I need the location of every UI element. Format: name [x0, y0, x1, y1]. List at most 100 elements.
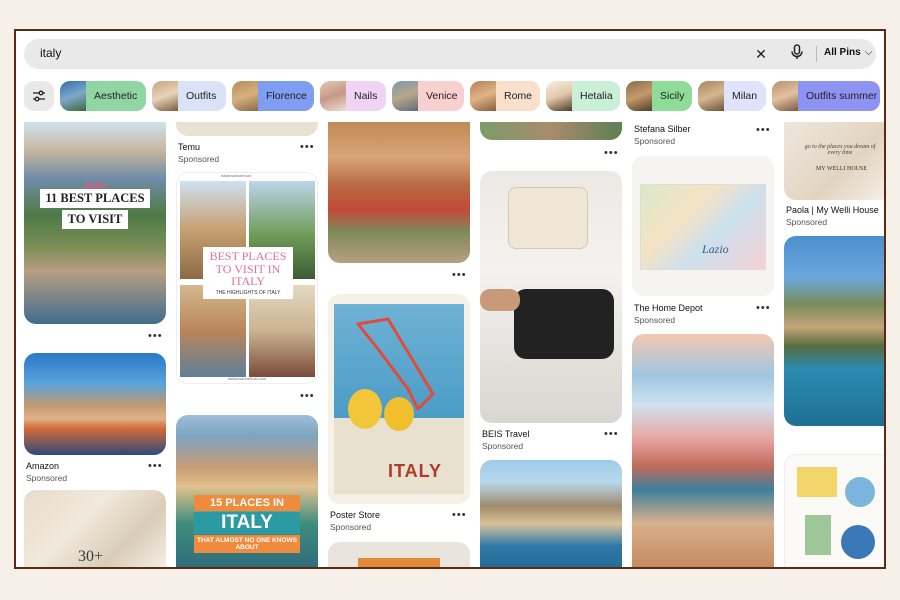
pin-menu-button[interactable]: •••: [300, 390, 315, 402]
pin-illustration[interactable]: [784, 454, 884, 567]
microphone-icon[interactable]: [788, 44, 806, 64]
chip-label: Nails: [354, 90, 378, 102]
pin-overlay-text: TO VISIT: [62, 210, 128, 229]
close-icon[interactable]: ✕: [752, 44, 770, 64]
pin-overlay-text: MY WELLI HOUSE: [816, 166, 867, 172]
pin-title-card: BEST PLACES TO VISIT IN ITALY THE HIGHLI…: [203, 247, 293, 299]
sponsored-label: Sponsored: [634, 136, 676, 146]
chip-nails[interactable]: Nails: [320, 81, 386, 111]
sliders-icon: [33, 90, 45, 102]
chip-thumbnail: [60, 81, 86, 111]
pin-meta-poster: Poster Store Sponsored: [330, 510, 380, 532]
pin-menu-button[interactable]: •••: [452, 509, 467, 521]
pin-meta-temu: Temu Sponsored: [178, 142, 219, 164]
all-pins-dropdown[interactable]: All Pins ⌵: [824, 47, 872, 58]
chip-thumbnail: [470, 81, 496, 111]
chip-hetalia[interactable]: Hetalia: [546, 81, 620, 111]
pin-photo: [249, 285, 315, 377]
chip-thumbnail: [320, 81, 346, 111]
filter-button[interactable]: [24, 81, 54, 111]
pin-meta-homedepot: The Home Depot Sponsored: [634, 303, 703, 325]
chip-label: Venice: [426, 90, 458, 102]
all-pins-label: All Pins: [824, 47, 861, 58]
chip-outfits-summer[interactable]: Outfits summer: [772, 81, 880, 111]
pin-jewelry[interactable]: 30+: [24, 490, 166, 567]
pin-overlay-text: ITALY: [194, 512, 300, 534]
chip-thumbnail: [772, 81, 798, 111]
bag-open: [514, 289, 614, 359]
chip-aesthetic[interactable]: Aesthetic: [60, 81, 146, 111]
pin-photo: [180, 285, 246, 377]
pin-wanderlust[interactable]: italianwanderlust BEST PLACES TO VISIT I…: [176, 172, 318, 384]
chip-label: Aesthetic: [94, 90, 138, 102]
pin-overlay-text: 15 PLACES IN: [194, 495, 300, 511]
lemon: [348, 389, 382, 429]
pin-menu-button[interactable]: •••: [300, 141, 315, 153]
pin-top-partial[interactable]: [480, 122, 622, 140]
pin-overlay-text: 30+: [78, 548, 104, 565]
pin-photo: [358, 558, 440, 567]
pin-poster[interactable]: ITALY: [328, 294, 470, 504]
divider: [816, 46, 817, 62]
chip-thumbnail: [698, 81, 724, 111]
pin-art: [797, 467, 837, 497]
pin-amalfi-coast[interactable]: [480, 460, 622, 567]
chip-milan[interactable]: Milan: [698, 81, 766, 111]
pin-menu-button[interactable]: •••: [452, 269, 467, 281]
pin-15-places[interactable]: 15 PLACES IN ITALY THAT ALMOST NO ONE KN…: [176, 415, 318, 567]
pin-art: [805, 515, 831, 555]
pin-menu-button[interactable]: •••: [148, 330, 163, 342]
pin-menu-button[interactable]: •••: [756, 302, 771, 314]
pin-overlay-text: ITALY: [388, 461, 443, 481]
pin-source: Temu: [178, 142, 201, 152]
pin-overlay-text: THE HIGHLIGHTS OF ITALY: [215, 289, 281, 296]
pin-meta-stefana: Stefana Silber Sponsored: [634, 124, 691, 146]
chip-sicily[interactable]: Sicily: [626, 81, 692, 111]
pin-menu-button[interactable]: •••: [604, 428, 619, 440]
chip-thumbnail: [546, 81, 572, 111]
pin-overlay-text: BEST PLACES TO VISIT IN ITALY: [209, 249, 287, 289]
chip-thumbnail: [232, 81, 258, 111]
pin-menu-button[interactable]: •••: [756, 124, 771, 136]
chevron-down-icon: ⌵: [864, 47, 873, 58]
pin-temu-image[interactable]: [176, 122, 318, 136]
pin-source: Poster Store: [330, 510, 381, 520]
chip-label: Outfits summer: [806, 90, 878, 102]
pin-source: BEIS Travel: [482, 429, 530, 439]
sponsored-label: Sponsored: [634, 315, 676, 325]
search-bar[interactable]: italy ✕ All Pins ⌵: [24, 39, 876, 69]
chip-label: Florence: [266, 90, 307, 102]
pin-menu-button[interactable]: •••: [148, 460, 163, 472]
pin-amazon[interactable]: [24, 353, 166, 455]
pin-source: Paola | My Welli House: [786, 205, 879, 215]
chip-label: Rome: [504, 90, 533, 102]
pin-source: Stefana Silber: [634, 124, 691, 134]
map-art: [640, 184, 766, 270]
chip-florence[interactable]: Florence: [232, 81, 314, 111]
pin-overlay-text: 11 BEST PLACES: [40, 189, 150, 208]
pin-cinque-terre[interactable]: [784, 236, 884, 426]
pin-best-places[interactable]: Italy 11 BEST PLACES TO VISIT: [24, 122, 166, 324]
pin-balcony-flowers[interactable]: [632, 334, 774, 567]
filter-chip-row: Aesthetic Outfits Florence Nails Venice …: [24, 81, 880, 111]
pin-beis[interactable]: [480, 171, 622, 423]
chip-rome[interactable]: Rome: [470, 81, 540, 111]
search-input[interactable]: italy: [40, 46, 61, 60]
pin-partial[interactable]: [328, 542, 470, 567]
sponsored-label: Sponsored: [178, 154, 220, 164]
hand: [480, 289, 520, 311]
chip-label: Milan: [732, 90, 758, 102]
pin-source: The Home Depot: [634, 303, 703, 313]
chip-venice[interactable]: Venice: [392, 81, 464, 111]
pin-meta-amazon: Amazon Sponsored: [26, 461, 67, 483]
pin-overlay-text: go to the places you dream of every time: [804, 144, 876, 156]
chip-thumbnail: [392, 81, 418, 111]
chip-outfits[interactable]: Outfits: [152, 81, 226, 111]
pin-overlay-text: italianwanderlust.com: [227, 376, 267, 381]
pin-home-depot[interactable]: Lazio: [632, 156, 774, 296]
pin-menu-button[interactable]: •••: [604, 147, 619, 159]
pin-welli-house[interactable]: go to the places you dream of every time…: [784, 122, 884, 200]
pin-alley-flowers[interactable]: [328, 122, 470, 263]
pin-meta-welli: Paola | My Welli House Sponsored: [786, 205, 879, 227]
bag: [508, 187, 588, 249]
